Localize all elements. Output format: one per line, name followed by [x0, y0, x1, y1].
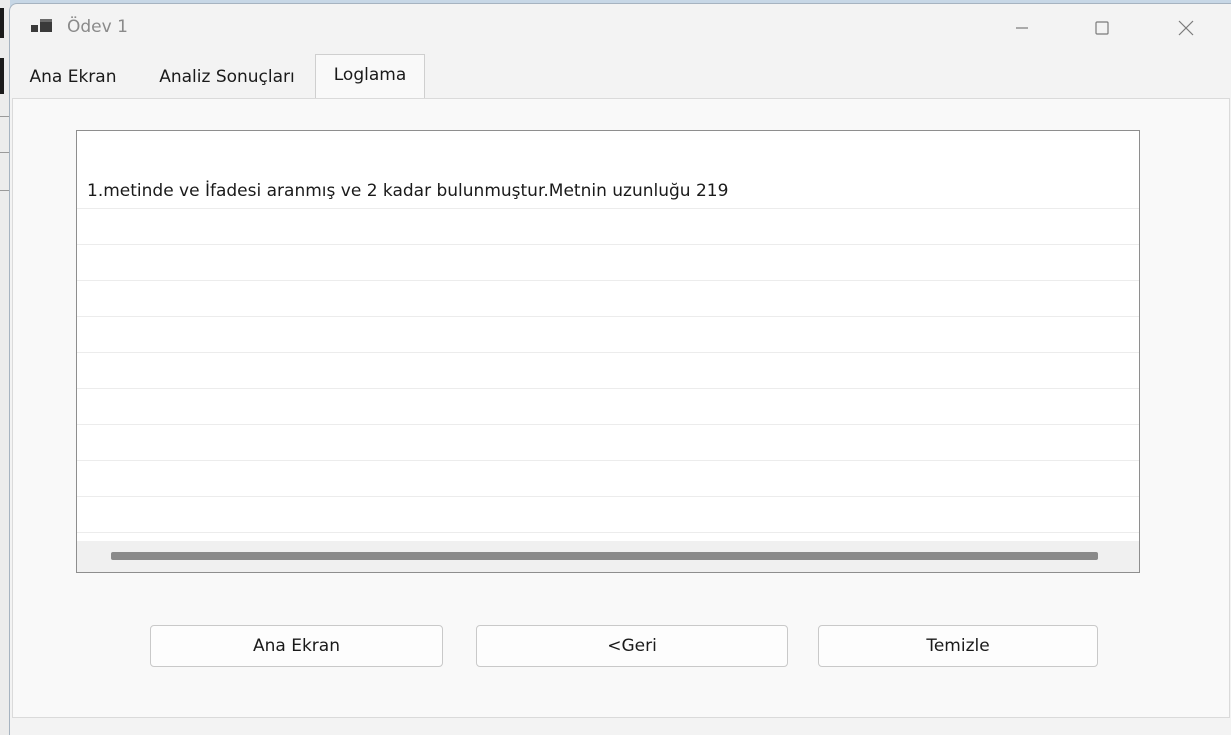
background-window-mark: [0, 58, 4, 94]
scrollbar-thumb[interactable]: [111, 552, 1098, 560]
close-button[interactable]: [1156, 4, 1216, 52]
tab-analiz-sonuclari[interactable]: Analiz Sonuçları: [138, 60, 316, 94]
log-row[interactable]: [77, 389, 1139, 425]
close-icon: [1178, 20, 1194, 36]
tab-label: Ana Ekran: [29, 67, 117, 87]
maximize-icon: [1095, 21, 1109, 35]
minimize-icon: [1016, 27, 1028, 29]
log-row[interactable]: [77, 281, 1139, 317]
log-row[interactable]: [77, 461, 1139, 497]
log-row[interactable]: [77, 209, 1139, 245]
log-row[interactable]: [77, 245, 1139, 281]
log-listbox[interactable]: 1.metinde ve İfadesi aranmış ve 2 kadar …: [76, 130, 1140, 573]
log-row[interactable]: [77, 317, 1139, 353]
clear-button[interactable]: Temizle: [818, 625, 1098, 667]
tab-ana-ekran[interactable]: Ana Ekran: [10, 60, 136, 94]
tab-label: Analiz Sonuçları: [159, 67, 295, 87]
ana-ekran-button[interactable]: Ana Ekran: [150, 625, 443, 667]
app-window: Ödev 1 Ana Ekran Analiz Sonuçları Loglam…: [9, 3, 1231, 735]
log-row[interactable]: [77, 425, 1139, 461]
app-icon: [31, 19, 52, 32]
title-bar[interactable]: Ödev 1: [10, 4, 1231, 52]
minimize-button[interactable]: [992, 4, 1052, 52]
tab-strip: Ana Ekran Analiz Sonuçları Loglama: [10, 54, 1231, 100]
log-row[interactable]: 1.metinde ve İfadesi aranmış ve 2 kadar …: [77, 173, 1139, 209]
window-title: Ödev 1: [67, 17, 128, 37]
tab-loglama[interactable]: Loglama: [315, 54, 425, 98]
maximize-button[interactable]: [1072, 4, 1132, 52]
back-button[interactable]: <Geri: [476, 625, 788, 667]
horizontal-scrollbar[interactable]: [77, 541, 1139, 572]
log-row[interactable]: [77, 497, 1139, 533]
tab-label: Loglama: [333, 65, 407, 85]
log-row[interactable]: [77, 353, 1139, 389]
background-window-mark: [0, 8, 4, 38]
